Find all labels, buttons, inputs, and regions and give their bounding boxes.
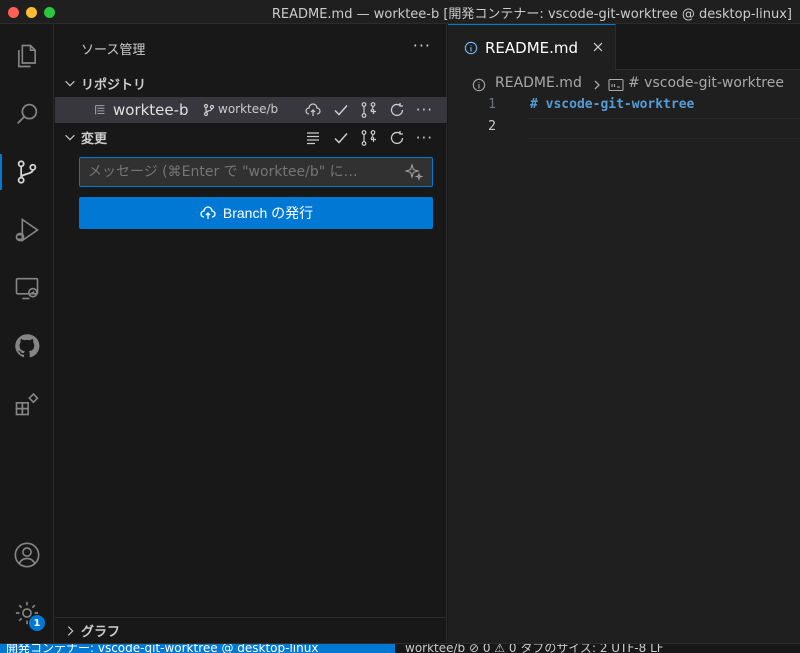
github-button[interactable] (0, 322, 54, 370)
line-number: 1 (488, 97, 496, 112)
extensions-button[interactable] (0, 380, 54, 428)
code-line[interactable]: 1 # vscode-git-worktree (448, 97, 800, 118)
string-symbol-icon (608, 78, 624, 92)
status-items[interactable]: worktee/b ⊘ 0 ⚠ 0 タブのサイズ: 2 UTF-8 LF (405, 644, 664, 653)
graph-section-header[interactable]: グラフ (55, 617, 447, 643)
close-icon[interactable] (591, 40, 605, 54)
explorer-icon (18, 44, 36, 68)
run-debug-button[interactable] (0, 206, 54, 254)
publish-branch-button[interactable]: Branch の発行 (79, 197, 433, 229)
repositories-label: リポジトリ (81, 77, 147, 93)
sidebar-title: ソース管理 (81, 43, 146, 58)
changes-refresh-action[interactable] (388, 129, 406, 147)
remote-explorer-icon (15, 277, 39, 300)
sparkle-icon[interactable] (405, 163, 423, 181)
changes-create-pr-action[interactable] (360, 129, 378, 147)
manage-button[interactable]: 1 (0, 589, 54, 637)
refresh-icon (390, 131, 403, 145)
check-icon (334, 105, 348, 116)
repository-row[interactable]: worktee-b worktee/b ··· (55, 97, 447, 123)
branch-name[interactable]: worktee/b (218, 102, 278, 116)
chevron-down-icon (65, 80, 75, 87)
search-button[interactable] (0, 90, 54, 138)
commit-message-input[interactable] (79, 157, 433, 187)
repo-actions: ··· (304, 97, 433, 123)
title-bar: README.md — worktee-b [開発コンテナー: vscode-g… (0, 0, 800, 24)
tab-readme[interactable]: README.md (448, 24, 616, 71)
publish-branch-label: Branch の発行 (222, 205, 314, 221)
editor-area: README.md README.md # vscode-git-worktre… (448, 24, 800, 643)
close-window-button[interactable] (8, 7, 19, 18)
changes-label: 変更 (81, 131, 108, 147)
chevron-right-icon (594, 80, 600, 90)
graph-label: グラフ (81, 625, 121, 640)
changes-more-action[interactable]: ··· (416, 129, 433, 147)
github-icon (15, 334, 40, 358)
accounts-icon (14, 542, 40, 568)
activity-bar: 1 (0, 24, 54, 643)
source-control-icon (17, 160, 37, 184)
line-content: # vscode-git-worktree (530, 97, 694, 112)
extensions-icon (15, 392, 39, 416)
info-icon (464, 41, 478, 55)
commit-action[interactable] (332, 101, 350, 119)
tab-label: README.md (485, 39, 579, 57)
code-line[interactable]: 2 (448, 119, 800, 140)
remote-explorer-button[interactable] (0, 264, 54, 312)
repositories-section-header[interactable]: リポジトリ (55, 71, 447, 95)
changes-commit-action[interactable] (332, 129, 350, 147)
heading-text: vscode-git-worktree (545, 97, 695, 112)
sidebar-header: ソース管理 ··· (55, 24, 447, 70)
heading-marker: # (530, 97, 538, 112)
changes-section-header[interactable]: 変更 ··· (55, 125, 447, 149)
cloud-upload-icon (305, 103, 321, 116)
minimize-window-button[interactable] (26, 7, 37, 18)
publish-branch-action[interactable] (304, 101, 322, 119)
info-icon (472, 78, 486, 92)
list-view-icon (306, 132, 319, 145)
breadcrumb-file[interactable]: README.md (495, 75, 582, 91)
window-title: README.md — worktee-b [開発コンテナー: vscode-g… (271, 7, 792, 22)
repo-list-icon (95, 105, 105, 115)
changes-actions: ··· (304, 125, 433, 151)
refresh-icon (390, 103, 403, 117)
repo-more-action[interactable]: ··· (416, 101, 433, 119)
run-debug-icon (15, 217, 39, 243)
branch-icon (203, 103, 215, 117)
chevron-down-icon (65, 134, 75, 141)
cloud-upload-icon (200, 206, 216, 219)
view-as-list-action[interactable] (304, 129, 322, 147)
explorer-button[interactable] (0, 32, 54, 80)
accounts-button[interactable] (0, 531, 54, 579)
sidebar-more-actions[interactable]: ··· (413, 36, 431, 55)
pull-request-icon (361, 130, 376, 146)
check-icon (334, 133, 348, 144)
source-control-button[interactable] (0, 148, 54, 196)
status-bar: 開発コンテナー: vscode-git-worktree @ desktop-l… (0, 643, 800, 653)
search-icon (17, 103, 38, 124)
create-pr-action[interactable] (360, 101, 378, 119)
manage-badge: 1 (29, 615, 45, 631)
maximize-window-button[interactable] (44, 7, 55, 18)
source-control-sidebar: ソース管理 ··· リポジトリ worktee-b worktee/b ··· … (55, 24, 447, 643)
repo-name: worktee-b (113, 101, 189, 119)
chevron-right-icon (67, 625, 74, 636)
tab-bar: README.md (448, 24, 800, 71)
line-number: 2 (488, 119, 496, 134)
remote-indicator[interactable]: 開発コンテナー: vscode-git-worktree @ desktop-l… (0, 644, 395, 653)
refresh-action[interactable] (388, 101, 406, 119)
breadcrumb-heading[interactable]: # vscode-git-worktree (628, 75, 784, 91)
pull-request-icon (361, 102, 376, 118)
breadcrumb: README.md # vscode-git-worktree (448, 72, 800, 96)
